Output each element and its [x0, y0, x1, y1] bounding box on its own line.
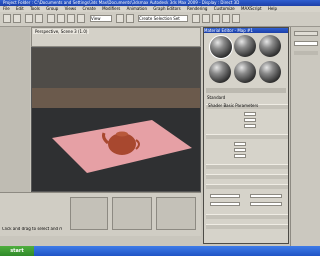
material-toolbar [206, 88, 286, 93]
redo-button[interactable] [13, 14, 21, 23]
status-prompt: Click and drag to select and move object… [2, 227, 62, 231]
viewport-label[interactable]: Perspective, Scene 3 (1.0) [33, 29, 90, 34]
material-slot-3[interactable] [259, 35, 281, 57]
undo-button[interactable] [3, 14, 11, 23]
render-button[interactable] [232, 14, 240, 23]
command-panel [290, 27, 320, 246]
perspective-viewport[interactable] [31, 47, 201, 192]
material-editor-button[interactable] [212, 14, 220, 23]
material-slot-4[interactable] [209, 61, 231, 83]
shader-rollout-label: Shader Basic Parameters [208, 103, 259, 108]
specular-color-swatch[interactable] [244, 124, 256, 128]
status-bar: Click and drag to select and move object… [0, 192, 201, 236]
modifier-list[interactable] [294, 51, 318, 55]
menu-rendering[interactable]: Rendering [187, 6, 207, 11]
move-button[interactable] [57, 14, 65, 23]
menu-maxscript[interactable]: MAXScript [241, 6, 262, 11]
map-amount-field-1[interactable] [210, 194, 240, 198]
menu-help[interactable]: Help [268, 6, 277, 11]
dynamics-rollout[interactable] [206, 214, 288, 219]
menu-tools[interactable]: Tools [30, 6, 40, 11]
windows-taskbar [0, 246, 320, 256]
material-editor-title: Material Editor - Map #1 [204, 28, 288, 33]
ambient-color-swatch[interactable] [244, 112, 256, 116]
maps-rollout[interactable] [206, 184, 288, 189]
rotate-button[interactable] [67, 14, 75, 23]
command-panel-tabs[interactable] [294, 31, 318, 36]
map-button-1[interactable] [250, 194, 282, 198]
diffuse-color-swatch[interactable] [244, 118, 256, 122]
specular-level-field[interactable] [234, 142, 246, 146]
soften-field[interactable] [234, 154, 246, 158]
window-title: Project Folder : C:\Documents and Settin… [3, 0, 240, 5]
render-setup-button[interactable] [222, 14, 230, 23]
menu-create[interactable]: Create [82, 6, 95, 11]
rollout-panel-left [70, 197, 108, 230]
material-type-label: Standard [207, 95, 226, 100]
scene-render [32, 48, 200, 191]
start-button[interactable]: start [0, 246, 34, 256]
unlink-button[interactable] [35, 14, 43, 23]
rollout-panel-mid [112, 197, 152, 230]
menu-views[interactable]: Views [65, 6, 77, 11]
scale-button[interactable] [77, 14, 85, 23]
menu-file[interactable]: File [3, 6, 10, 11]
angle-snap-button[interactable] [126, 14, 134, 23]
menu-group[interactable]: Group [46, 6, 58, 11]
specular-rollout[interactable] [206, 134, 288, 139]
select-object-button[interactable] [47, 14, 55, 23]
mental-ray-rollout[interactable] [206, 224, 288, 229]
object-name-field[interactable] [294, 41, 318, 46]
material-editor-window: Standard Shader Basic Parameters [203, 27, 289, 244]
select-link-button[interactable] [25, 14, 33, 23]
glossiness-field[interactable] [234, 148, 246, 152]
snap-toggle-button[interactable] [116, 14, 124, 23]
mirror-button[interactable] [192, 14, 200, 23]
map-button-2[interactable] [250, 202, 282, 206]
menu-edit[interactable]: Edit [16, 6, 24, 11]
reference-coord-dropdown[interactable]: View [90, 15, 112, 22]
menu-customize[interactable]: Customize [214, 6, 235, 11]
main-toolbar: View Create Selection Set [0, 12, 320, 27]
map-amount-field-2[interactable] [210, 202, 240, 206]
menu-animation[interactable]: Animation [127, 6, 147, 11]
supersampling-rollout[interactable] [206, 174, 288, 179]
material-slot-6[interactable] [259, 61, 281, 83]
selection-set-dropdown[interactable]: Create Selection Set [138, 15, 188, 22]
material-slot-2[interactable] [234, 35, 256, 57]
material-slot-5[interactable] [234, 61, 256, 83]
menu-graph-editors[interactable]: Graph Editors [153, 6, 180, 11]
material-slot-1[interactable] [209, 35, 233, 59]
menu-modifiers[interactable]: Modifiers [102, 6, 120, 11]
teapot-lid [116, 131, 128, 137]
rollout-panel-right [156, 197, 196, 230]
extended-parameters-rollout[interactable] [206, 164, 288, 169]
align-button[interactable] [202, 14, 210, 23]
